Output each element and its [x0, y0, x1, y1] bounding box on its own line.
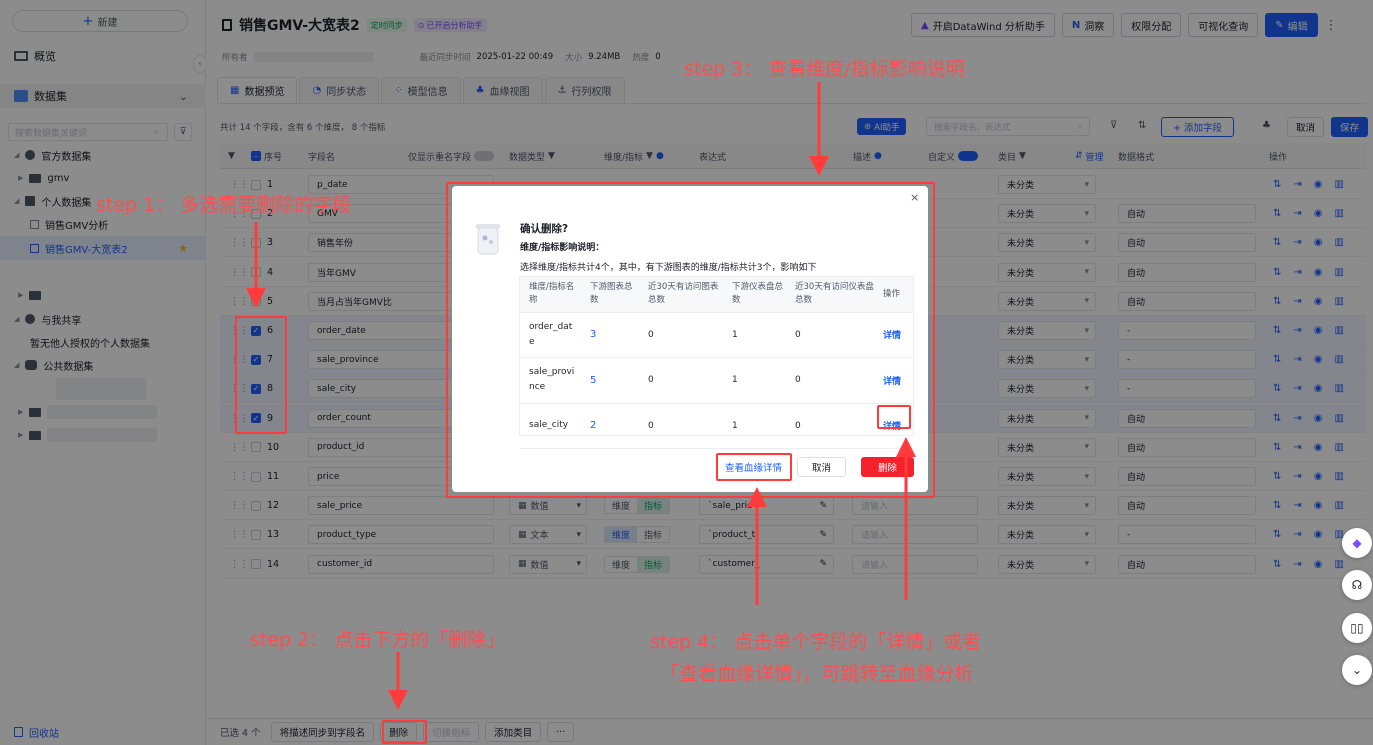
- annotation-arrows: [246, 82, 916, 710]
